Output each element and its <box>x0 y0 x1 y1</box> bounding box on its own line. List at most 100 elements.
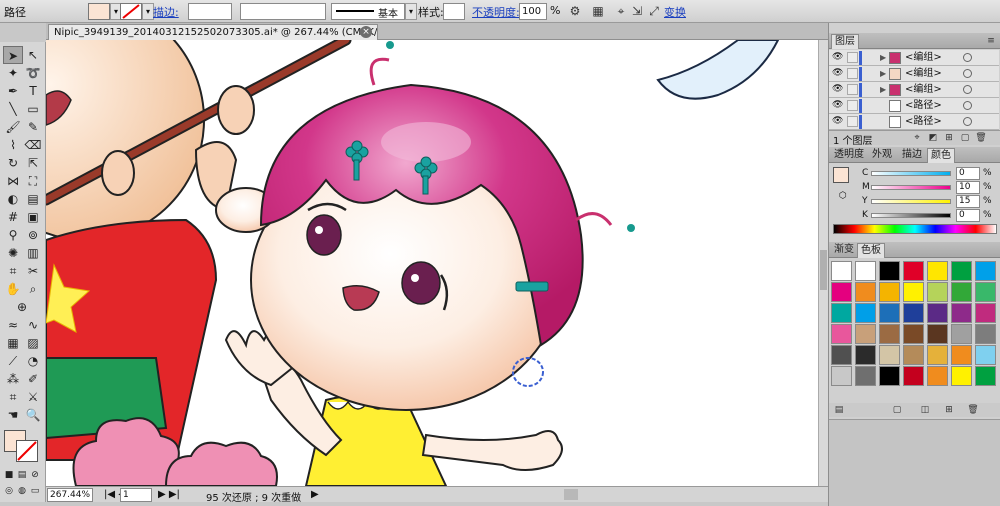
delete-swatch-icon[interactable]: 🗑 <box>967 404 979 416</box>
color-swatch[interactable] <box>831 261 852 281</box>
cyan-slider-track[interactable] <box>871 171 951 176</box>
tab-layers[interactable]: 图层 <box>831 34 859 49</box>
rotate-tool-icon[interactable]: ↻ <box>3 154 23 172</box>
document-tab[interactable]: Nipic_3949139_20140312152502073305.ai* @… <box>48 24 378 40</box>
color-swatch[interactable] <box>951 261 972 281</box>
eyedropper-tool-icon[interactable]: ⚲ <box>3 226 23 244</box>
slice-tool-icon[interactable]: ✂ <box>23 262 43 280</box>
color-swatch[interactable] <box>951 324 972 344</box>
yellow-value-input[interactable]: 15 <box>956 195 980 208</box>
column-graph-tool-icon[interactable]: ▥ <box>23 244 43 262</box>
crop-tool-icon[interactable]: ⌗ <box>3 388 23 406</box>
color-spectrum-bar[interactable] <box>833 224 997 234</box>
next-artboard-icon[interactable]: ▶ ▶| <box>158 489 180 500</box>
color-swatch[interactable] <box>951 366 972 386</box>
color-swatch[interactable] <box>903 345 924 365</box>
visibility-eye-icon[interactable]: 👁 <box>832 66 844 81</box>
symbol-sprayer-tool-icon[interactable]: ✺ <box>3 244 23 262</box>
target-tool-icon[interactable]: ⊕ <box>12 298 32 316</box>
new-color-group-icon[interactable]: ▢ <box>891 404 903 416</box>
lock-toggle[interactable] <box>847 68 858 79</box>
new-sublayer-icon[interactable]: ⊞ <box>943 132 955 144</box>
color-swatch[interactable] <box>879 324 900 344</box>
color-swatch[interactable] <box>831 324 852 344</box>
target-circle-icon[interactable] <box>963 85 972 94</box>
paintbrush-tool-icon[interactable]: 🖌 <box>3 118 23 136</box>
line-tool-icon[interactable]: ╲ <box>3 100 23 118</box>
delete-layer-icon[interactable]: 🗑 <box>975 132 987 144</box>
close-tab-icon[interactable]: × <box>360 26 372 38</box>
mesh-line-tool-icon[interactable]: ⟋ <box>3 352 23 370</box>
zoom-tool-icon[interactable]: ⌕ <box>23 280 43 298</box>
color-swatch[interactable] <box>903 324 924 344</box>
artwork-canvas[interactable] <box>46 40 818 486</box>
draw-normal-icon[interactable]: ◎ <box>3 482 15 500</box>
expand-arrow-icon[interactable]: ▶ <box>880 66 886 81</box>
lock-toggle[interactable] <box>847 100 858 111</box>
screen-mode-icon[interactable]: ▭ <box>29 482 41 500</box>
knife-tool-icon[interactable]: ⚔ <box>23 388 43 406</box>
variable-width-select[interactable] <box>240 3 326 20</box>
visibility-eye-icon[interactable]: 👁 <box>832 82 844 97</box>
graphic-style-swatch[interactable] <box>443 3 465 20</box>
stroke-color-swatch[interactable] <box>120 3 142 20</box>
color-swatch[interactable] <box>975 366 996 386</box>
color-swatch[interactable] <box>879 303 900 323</box>
blend-tool-icon[interactable]: ⊚ <box>23 226 43 244</box>
opacity-label-link[interactable]: 不透明度: <box>472 4 520 20</box>
panel-menu-icon[interactable]: ≡ <box>985 35 997 47</box>
color-swatch[interactable] <box>831 366 852 386</box>
mesh-tool-icon[interactable]: # <box>3 208 23 226</box>
layer-row[interactable]: 👁 ▶ <编组> <box>829 50 999 66</box>
zoom-level-input[interactable]: 267.44% <box>47 488 93 502</box>
color-swatch[interactable] <box>927 282 948 302</box>
color-swatch[interactable] <box>975 345 996 365</box>
stroke-color-box[interactable] <box>16 440 38 462</box>
lock-toggle[interactable] <box>847 52 858 63</box>
color-swatch[interactable] <box>831 282 852 302</box>
free-transform-tool-icon[interactable]: ⛶ <box>23 172 43 190</box>
magenta-slider-track[interactable] <box>871 185 951 190</box>
swatch-options-icon[interactable]: ◫ <box>919 404 931 416</box>
color-swatch[interactable] <box>855 303 876 323</box>
color-swatch[interactable] <box>831 345 852 365</box>
new-layer-icon[interactable]: ▢ <box>959 132 971 144</box>
color-swatch[interactable] <box>927 324 948 344</box>
color-swatch[interactable] <box>903 366 924 386</box>
target-circle-icon[interactable] <box>963 53 972 62</box>
color-swatch[interactable] <box>855 261 876 281</box>
expand-arrow-icon[interactable]: ▶ <box>880 82 886 97</box>
layer-row[interactable]: 👁 ▶ <编组> <box>829 66 999 82</box>
status-menu-icon[interactable]: ▶ <box>311 489 319 500</box>
lasso-tool-icon[interactable]: ➰ <box>23 64 43 82</box>
color-swatch[interactable] <box>879 366 900 386</box>
swatch-library-icon[interactable]: ▤ <box>833 404 845 416</box>
new-swatch-icon[interactable]: ⊞ <box>943 404 955 416</box>
hand-tool-icon[interactable]: ✋ <box>3 280 23 298</box>
stroke-weight-input[interactable] <box>188 3 232 20</box>
color-swatch[interactable] <box>903 282 924 302</box>
graph-tool-icon[interactable]: ▦ <box>3 334 23 352</box>
brush-dropdown[interactable]: ▾ <box>405 3 417 20</box>
target-circle-icon[interactable] <box>963 69 972 78</box>
draw-behind-icon[interactable]: ◍ <box>16 482 28 500</box>
tab-appearance[interactable]: 外观 <box>869 148 895 163</box>
blob-brush-tool-icon[interactable]: ⌇ <box>3 136 23 154</box>
color-swatch[interactable] <box>927 303 948 323</box>
pen-tool-icon[interactable]: ✒ <box>3 82 23 100</box>
artboard-tool-icon[interactable]: ⌗ <box>3 262 23 280</box>
fill-color-swatch[interactable] <box>88 3 110 20</box>
color-swatch[interactable] <box>927 345 948 365</box>
layer-row[interactable]: 👁 <路径> <box>829 114 999 130</box>
tab-color[interactable]: 颜色 <box>927 148 955 163</box>
tab-gradient[interactable]: 渐变 <box>831 243 857 258</box>
magenta-slider-row[interactable]: M 10 % <box>829 181 999 195</box>
width-tool-icon[interactable]: ⋈ <box>3 172 23 190</box>
pencil-tool-icon[interactable]: ✎ <box>23 118 43 136</box>
color-swatch[interactable] <box>879 282 900 302</box>
artboard-number-input[interactable]: 1 <box>120 488 152 502</box>
color-swatch[interactable] <box>951 345 972 365</box>
layer-row[interactable]: 👁 ▶ <编组> <box>829 82 999 98</box>
warp-tool-icon[interactable]: ≈ <box>3 316 23 334</box>
target-circle-icon[interactable] <box>963 101 972 110</box>
